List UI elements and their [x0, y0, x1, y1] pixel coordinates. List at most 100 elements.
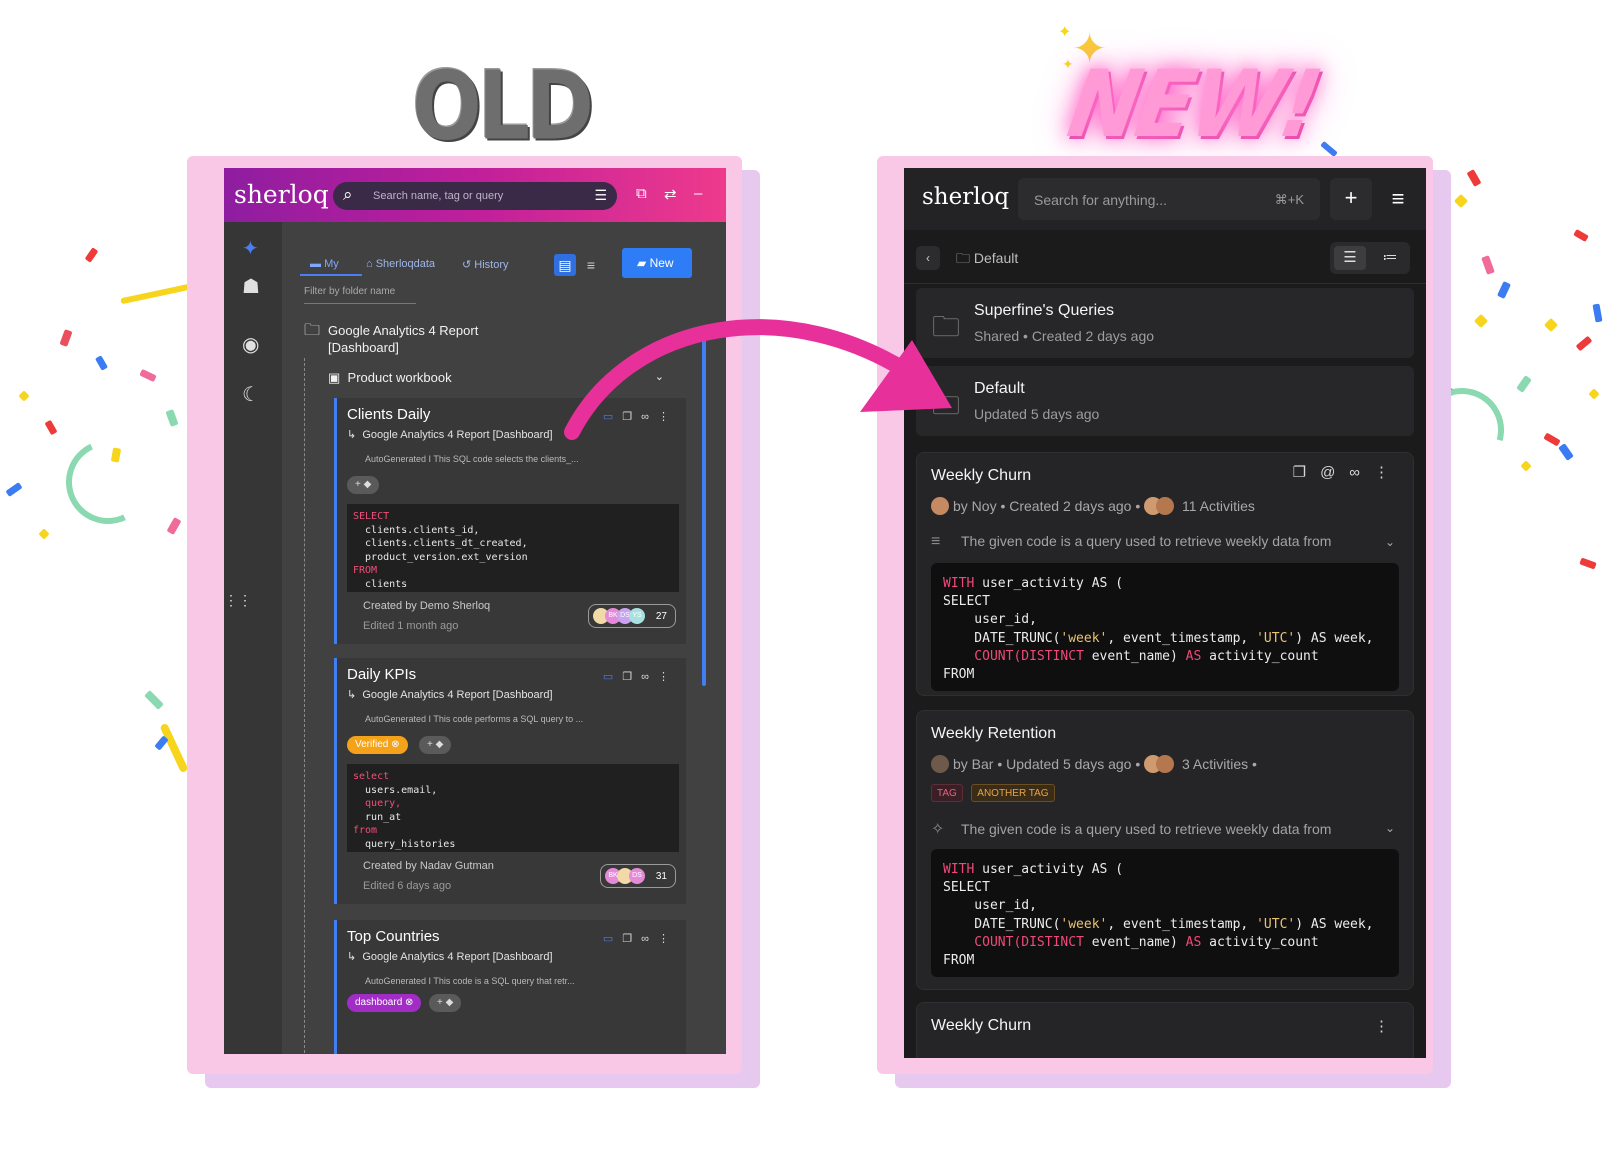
back-button[interactable]: ‹ [916, 246, 940, 270]
tab-my[interactable]: ▬ My [310, 258, 339, 270]
query-card[interactable]: Weekly Churn ❐@∞⋮ by Noy • Created 2 day… [916, 452, 1414, 696]
query-meta: by Bar • Updated 5 days ago • 3 Activiti… [931, 755, 1257, 773]
query-card[interactable]: Top Countries ▭❐∞⋮ ↳ Google Analytics 4 … [334, 920, 686, 1054]
new-button[interactable]: ▰ New [622, 248, 692, 278]
folder-item[interactable]: 🗀 Google Analytics 4 Report [Dashboard] [304, 322, 508, 356]
query-source: ↳ Google Analytics 4 Report [Dashboard] [347, 689, 553, 701]
query-card[interactable]: Weekly Retention by Bar • Updated 5 days… [916, 710, 1414, 990]
mention-icon[interactable]: @ [1320, 464, 1349, 481]
activities-count[interactable]: 3 Activities • [1182, 756, 1257, 772]
confetti-piece [1558, 443, 1574, 461]
tag-chip[interactable]: ANOTHER TAG [971, 784, 1055, 802]
verified-chip[interactable]: Verified ⊗ [347, 736, 408, 754]
query-card[interactable]: Daily KPIs ▭❐∞⋮ ↳ Google Analytics 4 Rep… [334, 658, 686, 904]
folder-filter-input[interactable]: Filter by folder name [304, 286, 416, 304]
sparkle-icon: ✧ [931, 821, 945, 838]
copy-icon[interactable]: ❐ [622, 671, 641, 683]
folder-row[interactable]: 🗀 Superfine's Queries Shared • Created 2… [916, 288, 1414, 358]
confetti-piece [44, 419, 58, 436]
open-external-icon[interactable]: ⧉ [636, 185, 647, 202]
query-description: ✧ The given code is a query used to retri… [931, 819, 1391, 839]
breadcrumb[interactable]: 🗀 Default [956, 248, 1018, 272]
list-view-button[interactable]: ≔ [1374, 246, 1406, 270]
activities-count[interactable]: 11 Activities [1182, 498, 1255, 514]
add-tag-chip[interactable]: + ◆ [429, 994, 462, 1012]
query-card[interactable]: Weekly Churn ⋮ [916, 1002, 1414, 1058]
code-token: activity_count [1201, 648, 1319, 664]
dashboard-chip[interactable]: dashboard ⊗ [347, 994, 422, 1012]
add-tag-chip[interactable]: + ◆ [347, 476, 380, 494]
confetti-piece [1516, 375, 1532, 393]
viewer-count: 27 [655, 611, 667, 622]
chip-label: + [427, 739, 433, 750]
confetti-piece [1481, 255, 1495, 275]
description-text: The given code is a query used to retrie… [961, 533, 1332, 549]
tag-chip[interactable]: TAG [931, 784, 963, 802]
card-actions: ▭❐∞⋮ [603, 670, 678, 683]
new-search-input[interactable]: Search for anything... ⌘+K [1018, 178, 1320, 220]
confetti-piece [59, 329, 73, 347]
link-icon[interactable]: ∞ [1349, 464, 1374, 481]
more-icon[interactable]: ⋮ [658, 671, 678, 683]
add-tag-chip[interactable]: + ◆ [419, 736, 452, 754]
link-icon[interactable]: ∞ [641, 933, 658, 945]
old-search-input[interactable]: ⌕ Search name, tag or query ☰ [333, 182, 617, 210]
list-view-button[interactable]: ≡ [580, 254, 602, 276]
code-token: 'UTC' [1256, 630, 1296, 646]
confetti-piece [1573, 228, 1589, 243]
code-line: select [353, 771, 390, 782]
code-token: ) AS week, [1295, 916, 1374, 932]
query-title: Top Countries [347, 928, 440, 945]
tab-history-label: History [474, 259, 509, 271]
avatar [931, 755, 949, 773]
avatar [931, 497, 949, 515]
moon-icon[interactable]: ☾ [242, 382, 260, 407]
more-icon[interactable]: ⋮ [1374, 1017, 1403, 1035]
more-icon[interactable]: ⋮ [658, 933, 678, 945]
code-token: COUNT [943, 648, 1014, 664]
chevron-down-icon[interactable]: ⌄ [1385, 535, 1395, 549]
confetti-piece [94, 355, 109, 371]
user-settings-icon[interactable]: ◉ [242, 332, 259, 357]
minimize-icon[interactable]: – [694, 185, 702, 202]
filter-sliders-icon[interactable]: ☰ [594, 187, 607, 204]
code-line: product_version.ext_version [353, 551, 528, 563]
more-icon[interactable]: ⋮ [1374, 464, 1403, 481]
card-view-button[interactable]: ▤ [554, 254, 576, 276]
spy-icon[interactable]: ☗ [242, 274, 260, 299]
add-button[interactable]: + [1330, 178, 1372, 220]
chat-icon[interactable]: ▭ [603, 933, 622, 945]
code-token: event_name) [1083, 934, 1186, 950]
sql-code-block[interactable]: SELECT clients.clients_id, clients.clien… [347, 504, 679, 592]
sql-code-block[interactable]: WITH user_activity AS ( SELECT user_id, … [931, 849, 1399, 977]
folder-meta: Updated 5 days ago [974, 406, 1100, 422]
chip-label: dashboard [355, 997, 403, 1008]
open-folder-icon: 🗀 [304, 322, 321, 339]
search-placeholder: Search for anything... [1034, 192, 1168, 208]
sql-code-block[interactable]: select users.email, query, run_at from q… [347, 764, 679, 852]
folder-row[interactable]: 🗀 Default Updated 5 days ago [916, 366, 1414, 436]
menu-button[interactable]: ≡ [1378, 180, 1418, 220]
avatar-group[interactable]: BK DS 31 [600, 864, 676, 888]
chevron-down-icon[interactable]: ⌄ [1385, 821, 1395, 835]
avatar-group[interactable]: BK DS YS 27 [588, 604, 676, 628]
copy-icon[interactable]: ❐ [622, 933, 641, 945]
sql-code-block[interactable]: WITH user_activity AS ( SELECT user_id, … [931, 563, 1399, 691]
link-icon[interactable]: ∞ [641, 671, 658, 683]
confetti-piece [1588, 388, 1600, 400]
expand-arrows-icon[interactable]: ⇄ [664, 185, 677, 203]
confetti-swirl [54, 428, 162, 536]
copy-icon[interactable]: ❐ [1293, 464, 1320, 481]
chat-icon[interactable]: ▭ [603, 671, 622, 683]
confetti-piece [18, 390, 30, 402]
pin-icon[interactable]: ✦ [242, 236, 259, 261]
drag-handle-icon[interactable]: ⋮⋮ [224, 592, 252, 609]
confetti-piece [38, 528, 50, 540]
code-token: COUNT [943, 934, 1014, 950]
tab-history[interactable]: ↺ History [462, 258, 509, 271]
tab-sherloqdata-label: Sherloqdata [375, 258, 436, 270]
tab-sherloqdata[interactable]: ⌂ Sherloqdata [366, 258, 435, 270]
avatar [1156, 497, 1175, 515]
created-by: Created by Nadav Gutman [363, 860, 494, 872]
card-view-button[interactable]: ☰ [1334, 246, 1366, 270]
